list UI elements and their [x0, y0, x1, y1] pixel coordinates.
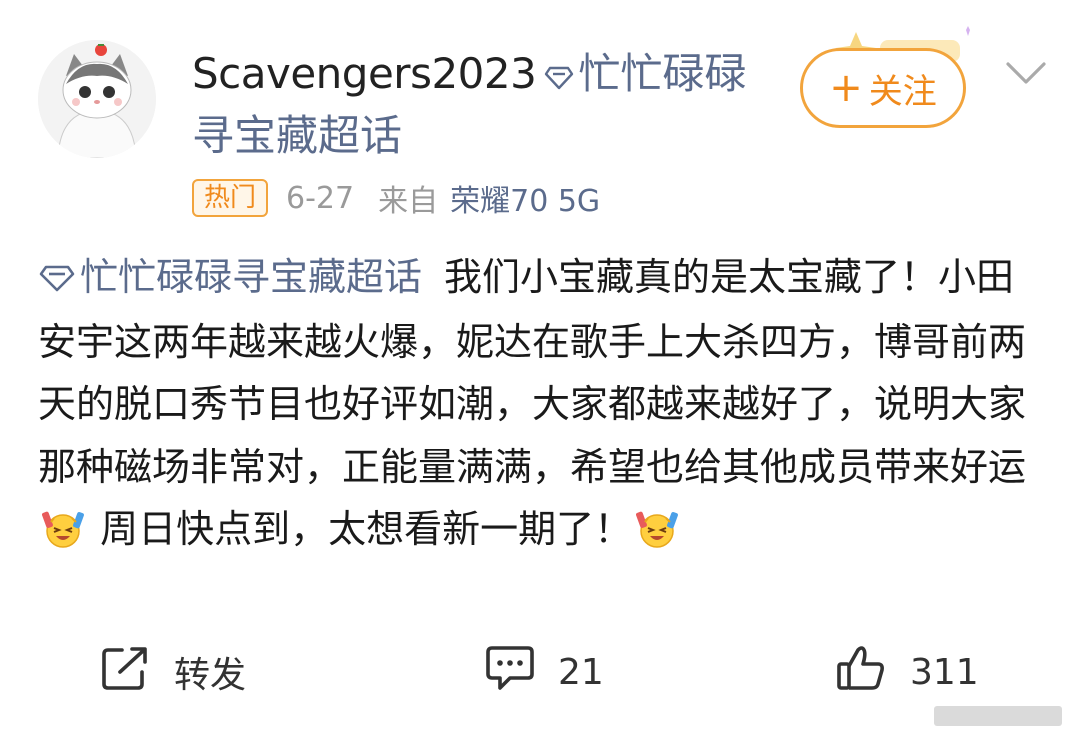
cheering-emoji-icon: [636, 506, 679, 569]
share-arrow-icon: [100, 644, 174, 701]
content-topic-link[interactable]: 忙忙碌碌寻宝藏超话: [38, 255, 422, 299]
diamond-icon: [544, 46, 574, 106]
follow-label: 关注: [868, 71, 937, 112]
device-link[interactable]: 荣耀70 5G: [450, 176, 600, 220]
like-count: 311: [910, 651, 979, 693]
follow-plus: +: [829, 65, 863, 111]
follow-button[interactable]: + 关注: [800, 48, 966, 128]
post-meta: 热门 6-27 来自 荣耀70 5G: [192, 176, 600, 220]
hot-badge: 热门: [192, 179, 269, 217]
repost-label: 转发: [174, 655, 247, 696]
follow-area: + 关注: [800, 26, 970, 128]
thumbs-up-icon: [836, 644, 910, 701]
content-text-part2: 周日快点到，太想看新一期了！: [88, 507, 633, 551]
cheering-emoji-icon: [42, 506, 84, 569]
comment-count: 21: [558, 651, 604, 693]
from-label: 来自: [378, 184, 439, 219]
action-bar: 转发 21 311: [0, 640, 1080, 704]
like-button[interactable]: 311: [836, 640, 979, 704]
content-topic-text: 忙忙碌碌寻宝藏超话: [80, 255, 423, 299]
avatar[interactable]: [38, 40, 156, 158]
post-header-title: Scavengers2023 忙忙碌碌寻宝藏超话: [192, 44, 752, 166]
diamond-icon: [38, 248, 76, 311]
post-content: 忙忙碌碌寻宝藏超话 我们小宝藏真的是太宝藏了！小田安宇这两年越来越火爆，妮达在歌手…: [38, 246, 1042, 569]
comment-bubble-icon: [484, 644, 558, 701]
username[interactable]: Scavengers2023: [192, 49, 537, 98]
watermark: [934, 706, 1062, 726]
repost-button[interactable]: 转发: [100, 640, 246, 704]
chevron-down-icon[interactable]: [1004, 58, 1048, 92]
comment-button[interactable]: 21: [484, 640, 604, 704]
post-date: 6-27: [286, 180, 355, 216]
